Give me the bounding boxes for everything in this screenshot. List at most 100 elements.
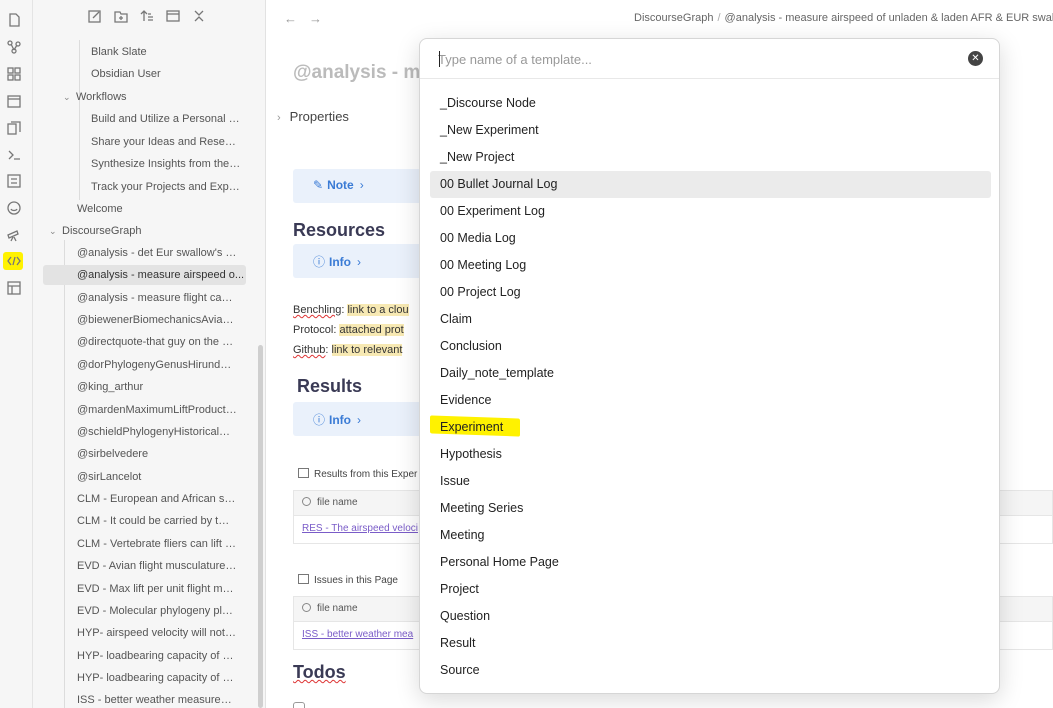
template-option-label: Claim [440,312,472,326]
copy-icon[interactable] [7,121,21,135]
blocks-icon[interactable] [7,67,21,81]
template-option[interactable]: 00 Media Log [430,225,991,252]
tree-item[interactable]: Welcome [77,199,247,219]
tree-item[interactable]: @king_arthur [77,377,237,397]
tree-item[interactable]: HYP- loadbearing capacity of a ... [77,646,237,666]
page-title[interactable]: @analysis - me [293,62,431,84]
todo-checkbox[interactable] [293,702,305,708]
new-folder-icon[interactable] [114,9,128,23]
tree-item[interactable]: Share your Ideas and Research [91,132,241,152]
graph-icon[interactable] [7,40,21,54]
breadcrumb-folder[interactable]: DiscourseGraph [634,12,713,24]
template-option[interactable]: 00 Bullet Journal Log [430,171,991,198]
list-icon[interactable] [7,174,21,188]
template-option[interactable]: Claim [430,306,991,333]
file-icon[interactable] [7,13,21,27]
tree-item[interactable]: Obsidian User [91,64,261,84]
template-option-label: 00 Experiment Log [440,204,545,218]
tree-item[interactable]: CLM - European and African sw... [77,489,237,509]
tree-item[interactable]: EVD - Molecular phylogeny plac... [77,601,237,621]
template-option[interactable]: _Discourse Node [430,90,991,117]
template-option[interactable]: Source [430,657,991,684]
tree-item[interactable]: @schieldPhylogenyHistoricalBio... [77,422,237,442]
tree-item[interactable]: Synthesize Insights from the ... [91,154,241,174]
template-option[interactable]: Meeting [430,522,991,549]
chevron-down-icon[interactable]: ⌄ [63,92,71,103]
benchling-field: Benchling: link to a clou [293,304,409,316]
tree-item[interactable]: Blank Slate [91,42,261,62]
tree-item[interactable]: Build and Utilize a Personal K... [91,109,241,129]
terminal-icon[interactable] [7,148,21,162]
info-callout[interactable]: ⓘ Info › [293,402,423,436]
note-callout[interactable]: ✎ Note › [293,169,423,203]
template-option-label: Conclusion [440,339,502,353]
tree-item[interactable]: ISS - better weather measureme... [77,690,237,708]
new-note-icon[interactable] [88,9,102,23]
tree-item[interactable]: @sirbelvedere [77,444,237,464]
callout-label: Info [329,255,352,269]
sort-icon[interactable] [140,9,154,23]
tree-item[interactable]: @analysis - measure flight capa... [77,288,237,308]
benchling-link[interactable]: link to a clou [347,304,409,316]
properties-toggle[interactable]: › Properties [277,109,349,124]
clear-icon[interactable]: ✕ [968,51,983,66]
tree-item[interactable]: @biewenerBiomechanicsAvianFl... [77,310,237,330]
chevron-down-icon[interactable]: ⌄ [49,226,57,237]
tree-item[interactable]: EVD - Avian flight musculature ... [77,556,237,576]
template-option[interactable]: 00 Experiment Log [430,198,991,225]
collapse-view-icon[interactable] [166,9,180,23]
tree-item[interactable]: @dorPhylogenyGenusHirundo2... [77,355,237,375]
github-link[interactable]: link to relevant [331,344,403,356]
folder-discoursegraph[interactable]: DiscourseGraph [62,221,232,241]
template-option[interactable]: Personal Home Page [430,549,991,576]
tree-item[interactable]: @sirLancelot [77,467,237,487]
breadcrumb-file[interactable]: @analysis - measure airspeed of unladen … [725,12,1053,24]
template-option[interactable]: Hypothesis [430,441,991,468]
info-icon [302,603,311,612]
info-callout[interactable]: ⓘ Info › [293,244,423,278]
issue-link[interactable]: ISS - better weather mea [302,629,413,640]
template-option[interactable]: Experiment [430,414,991,441]
template-option[interactable]: Conclusion [430,333,991,360]
collapse-all-icon[interactable] [192,9,206,23]
tree-item[interactable]: @mardenMaximumLiftProducti... [77,400,237,420]
text-cursor [439,51,440,67]
template-search-bar: ✕ [420,39,999,79]
tree-item[interactable]: HYP- loadbearing capacity of a ... [77,668,237,688]
template-option[interactable]: Result [430,630,991,657]
template-option[interactable]: Issue [430,468,991,495]
callout-label: Info [329,413,352,427]
template-option-label: 00 Media Log [440,231,516,245]
folder-workflows[interactable]: Workflows [76,87,246,107]
sidebar-scrollbar[interactable] [258,345,263,708]
template-option[interactable]: _New Experiment [430,117,991,144]
telescope-icon[interactable] [7,228,21,242]
template-option[interactable]: Evidence [430,387,991,414]
template-option[interactable]: Meeting Series [430,495,991,522]
template-option[interactable]: Project [430,576,991,603]
template-option[interactable]: _New Project [430,144,991,171]
protocol-link[interactable]: attached prot [339,324,404,336]
smile-icon[interactable] [7,201,21,215]
layout-icon[interactable] [7,281,21,295]
tree-item[interactable]: EVD - Max lift per unit flight mu... [77,579,237,599]
tree-item-active[interactable]: @analysis - measure airspeed o... [43,265,246,285]
percent-code-icon[interactable] [7,254,21,268]
tree-item[interactable]: CLM - Vertebrate fliers can lift ~... [77,534,237,554]
template-option[interactable]: Question [430,603,991,630]
template-option-label: Meeting Series [440,501,524,515]
tree-item[interactable]: @analysis - det Eur swallow's fli... [77,243,237,263]
result-link[interactable]: RES - The airspeed veloci [302,523,418,534]
tree-item[interactable]: Track your Projects and Expe... [91,177,241,197]
tree-item[interactable]: CLM - It could be carried by two... [77,511,237,531]
tree-item[interactable]: @directquote-that guy on the b... [77,332,237,352]
nav-arrows[interactable]: ←→ [284,11,334,26]
template-option[interactable]: 00 Meeting Log [430,252,991,279]
template-option[interactable]: Daily_note_template [430,360,991,387]
template-option[interactable]: 00 Project Log [430,279,991,306]
tree-item[interactable]: HYP- airspeed velocity will not ... [77,623,237,643]
template-option-label: Evidence [440,393,492,407]
template-option-label: _New Experiment [440,123,539,137]
calendar-icon[interactable] [7,94,21,108]
template-search-input[interactable] [438,49,938,69]
